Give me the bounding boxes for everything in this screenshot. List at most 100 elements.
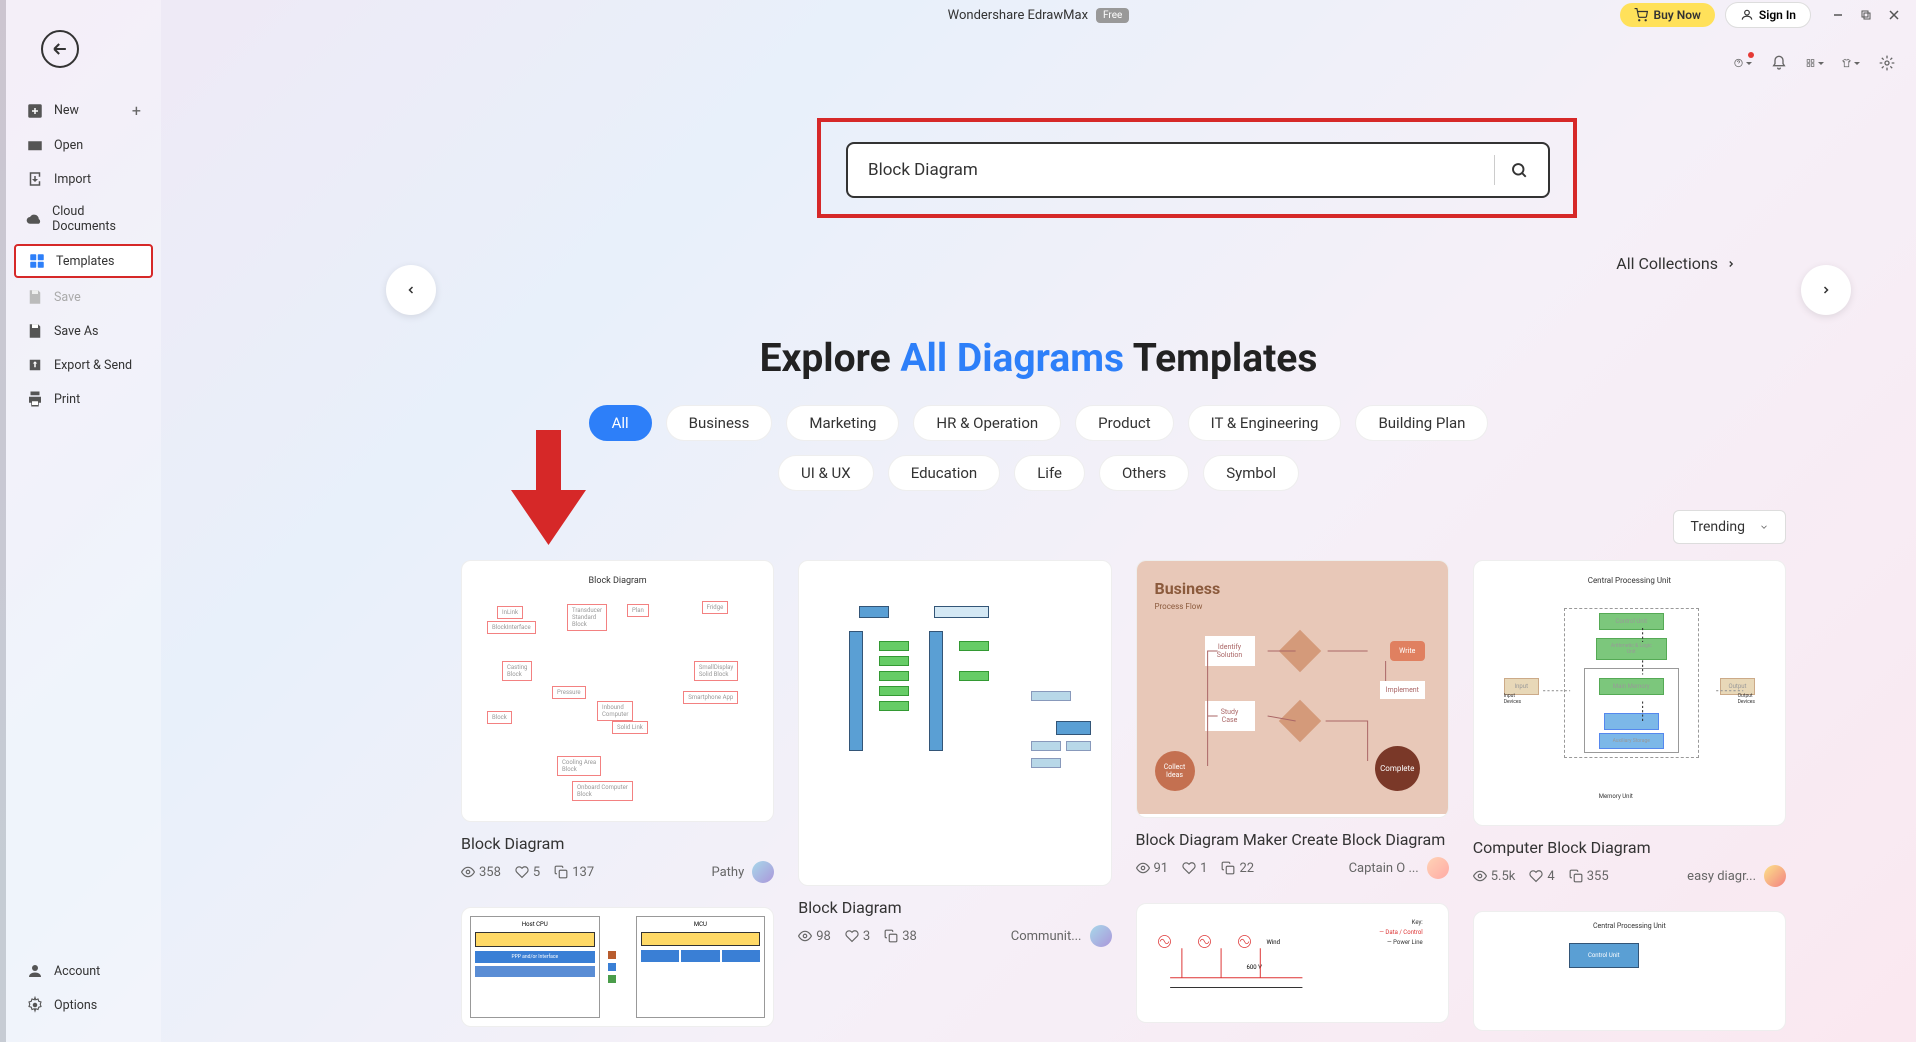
all-collections-link[interactable]: All Collections (1616, 254, 1736, 273)
template-thumbnail[interactable] (798, 560, 1111, 886)
notification-dot (1748, 52, 1754, 58)
thumb-sub: Process Flow (1155, 602, 1430, 611)
sidebar-item-templates[interactable]: Templates (14, 244, 153, 278)
help-icon[interactable] (1734, 54, 1752, 72)
template-card: Business Process Flow IdentifySolution W… (1136, 560, 1449, 1031)
nav-arrow-left[interactable] (386, 265, 436, 315)
template-card-lower: Key: — Data / Control — Power Line Wind … (1136, 903, 1449, 1023)
back-button[interactable] (41, 30, 79, 68)
template-thumbnail[interactable]: Key: — Data / Control — Power Line Wind … (1136, 903, 1449, 1023)
sidebar-item-import[interactable]: Import (6, 162, 161, 196)
buy-now-button[interactable]: Buy Now (1620, 3, 1714, 27)
thumb-title: Block Diagram (477, 576, 758, 586)
category-symbol[interactable]: Symbol (1203, 455, 1299, 491)
search-input[interactable] (868, 160, 1479, 180)
sidebar-label: Account (54, 964, 100, 979)
sidebar-label: Cloud Documents (52, 204, 141, 234)
card-title: Block Diagram (798, 898, 1111, 917)
template-card-lower: Host CPU PPP and/or Interface MCU (461, 907, 774, 1027)
search-icon[interactable] (1510, 161, 1528, 179)
category-all[interactable]: All (589, 405, 652, 441)
card-title: Block Diagram Maker Create Block Diagram (1136, 830, 1449, 849)
card-title: Computer Block Diagram (1473, 838, 1786, 857)
category-marketing[interactable]: Marketing (786, 405, 899, 441)
template-grid: Block Diagram InLink BlockInterface Tran… (461, 560, 1786, 1031)
category-row-1: All Business Marketing HR & Operation Pr… (161, 405, 1916, 441)
plus-icon[interactable]: + (132, 101, 141, 120)
category-it[interactable]: IT & Engineering (1188, 405, 1342, 441)
category-uiux[interactable]: UI & UX (778, 455, 874, 491)
app-title: Wondershare EdrawMax (948, 8, 1088, 23)
sidebar-label: Open (54, 138, 83, 153)
card-author[interactable]: Communit... (1011, 925, 1112, 947)
divider (1494, 155, 1495, 185)
heading-part2: All Diagrams (900, 335, 1124, 381)
saveas-icon (26, 322, 44, 340)
sidebar-label: Import (54, 172, 91, 187)
gear-icon (26, 996, 44, 1014)
sidebar-label: Templates (56, 254, 114, 269)
avatar (1427, 857, 1449, 879)
sidebar-label: Save (54, 290, 81, 305)
maximize-button[interactable] (1859, 8, 1873, 22)
search-box (846, 142, 1550, 198)
sort-dropdown[interactable]: Trending (1673, 510, 1786, 544)
category-building[interactable]: Building Plan (1355, 405, 1488, 441)
category-business[interactable]: Business (666, 405, 773, 441)
sidebar-item-save: Save (6, 280, 161, 314)
export-icon (26, 356, 44, 374)
sidebar-label: New (54, 103, 79, 118)
card-author[interactable]: Pathy (711, 861, 774, 883)
template-thumbnail[interactable]: Business Process Flow IdentifySolution W… (1136, 560, 1449, 818)
keyboard-icon[interactable] (1806, 54, 1824, 72)
avatar (1090, 925, 1112, 947)
sidebar-item-new[interactable]: New + (6, 93, 161, 128)
template-thumbnail[interactable]: Central Processing Unit Control Unit Ari… (1473, 560, 1786, 826)
templates-icon (28, 252, 46, 270)
close-button[interactable] (1887, 8, 1901, 22)
sidebar-label: Options (54, 998, 97, 1013)
card-stats: 5.5k 4 355 (1473, 869, 1609, 884)
card-author[interactable]: easy diagr... (1687, 865, 1786, 887)
sidebar-label: Save As (54, 324, 98, 339)
buy-label: Buy Now (1653, 8, 1700, 22)
template-thumbnail[interactable]: Central Processing Unit Control Unit (1473, 911, 1786, 1031)
save-icon (26, 288, 44, 306)
signin-button[interactable]: Sign In (1725, 2, 1811, 28)
sidebar-item-options[interactable]: Options (6, 988, 161, 1022)
card-title: Block Diagram (461, 834, 774, 853)
nav-arrow-right[interactable] (1801, 265, 1851, 315)
shirt-icon[interactable] (1842, 54, 1860, 72)
template-thumbnail[interactable]: Host CPU PPP and/or Interface MCU (461, 907, 774, 1027)
minimize-button[interactable] (1831, 8, 1845, 22)
signin-label: Sign In (1759, 8, 1796, 22)
import-icon (26, 170, 44, 188)
bell-icon[interactable] (1770, 54, 1788, 72)
sidebar-item-account[interactable]: Account (6, 954, 161, 988)
account-icon (26, 962, 44, 980)
sidebar-item-open[interactable]: Open (6, 128, 161, 162)
toolbar-right (1734, 54, 1896, 72)
sidebar-item-export[interactable]: Export & Send (6, 348, 161, 382)
category-life[interactable]: Life (1014, 455, 1085, 491)
sort-label: Trending (1690, 519, 1745, 535)
template-card: Block Diagram InLink BlockInterface Tran… (461, 560, 774, 1031)
card-author[interactable]: Captain O ... (1349, 857, 1449, 879)
card-stats: 358 5 137 (461, 865, 594, 880)
settings-icon[interactable] (1878, 54, 1896, 72)
cloud-icon (26, 210, 42, 228)
template-thumbnail[interactable]: Block Diagram InLink BlockInterface Tran… (461, 560, 774, 822)
sidebar-item-saveas[interactable]: Save As (6, 314, 161, 348)
category-hr[interactable]: HR & Operation (913, 405, 1061, 441)
avatar (752, 861, 774, 883)
titlebar: Wondershare EdrawMax Free Buy Now Sign I… (161, 0, 1916, 30)
sidebar-item-cloud[interactable]: Cloud Documents (6, 196, 161, 242)
category-others[interactable]: Others (1099, 455, 1189, 491)
category-education[interactable]: Education (888, 455, 1001, 491)
sidebar-label: Export & Send (54, 358, 132, 373)
sidebar-item-print[interactable]: Print (6, 382, 161, 416)
category-product[interactable]: Product (1075, 405, 1173, 441)
heading-part1: Explore (760, 335, 901, 381)
template-card-lower: Central Processing Unit Control Unit (1473, 911, 1786, 1031)
page-heading: Explore All Diagrams Templates (161, 335, 1916, 381)
